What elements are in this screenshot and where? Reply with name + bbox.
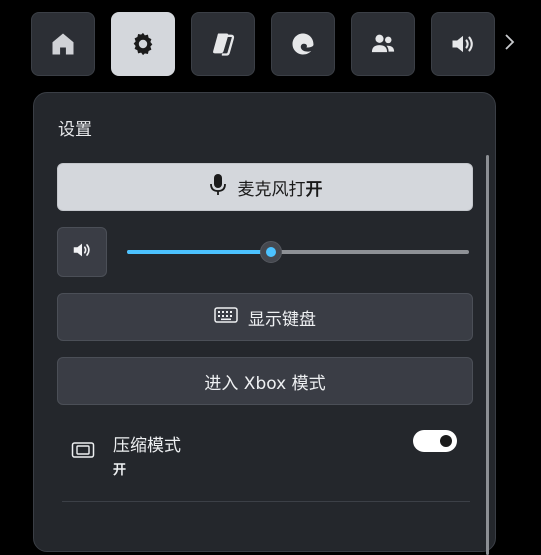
gear-icon <box>129 30 157 58</box>
show-keyboard-button[interactable]: 显示键盘 <box>57 293 473 341</box>
top-toolbar <box>0 0 541 90</box>
copilot-tile-button[interactable] <box>191 12 255 76</box>
microphone-state: 开 <box>305 179 323 200</box>
xbox-mode-label: 进入 Xbox 模式 <box>204 373 326 394</box>
mute-button[interactable] <box>57 227 107 277</box>
panel-title: 设置 <box>58 120 92 140</box>
audio-tile-button[interactable] <box>431 12 495 76</box>
people-tile-button[interactable] <box>351 12 415 76</box>
enter-xbox-mode-button[interactable]: 进入 Xbox 模式 <box>57 357 473 405</box>
microphone-label: 麦克风打 <box>237 179 306 200</box>
copilot-icon <box>209 30 237 58</box>
scrollbar[interactable] <box>486 155 489 555</box>
edge-icon <box>289 30 317 58</box>
settings-panel: 设置 麦克风打开 显示键盘 进入 Xbox 模式 压缩模式 开 <box>33 92 496 555</box>
compact-mode-row[interactable]: 压缩模式 开 <box>57 423 473 487</box>
compact-mode-toggle[interactable] <box>413 430 457 452</box>
compact-mode-title: 压缩模式 <box>113 436 181 456</box>
compact-mode-icon <box>71 441 95 463</box>
volume-slider-fill <box>127 250 271 254</box>
home-icon <box>49 30 77 58</box>
speaker-icon <box>71 239 93 265</box>
volume-slider-thumb[interactable] <box>260 241 282 263</box>
keyboard-icon <box>214 306 238 329</box>
chevron-right-icon <box>503 33 515 55</box>
volume-slider[interactable] <box>127 241 469 263</box>
divider <box>62 501 470 502</box>
compact-mode-state: 开 <box>113 463 127 478</box>
toggle-knob <box>440 435 452 447</box>
scroll-right-button[interactable] <box>500 32 518 56</box>
microphone-toggle-button[interactable]: 麦克风打开 <box>57 163 473 211</box>
show-keyboard-label: 显示键盘 <box>248 309 316 330</box>
home-tile-button[interactable] <box>31 12 95 76</box>
microphone-icon <box>208 173 228 202</box>
speaker-icon <box>449 30 477 58</box>
edge-tile-button[interactable] <box>271 12 335 76</box>
settings-tile-button[interactable] <box>111 12 175 76</box>
people-icon <box>369 30 397 58</box>
